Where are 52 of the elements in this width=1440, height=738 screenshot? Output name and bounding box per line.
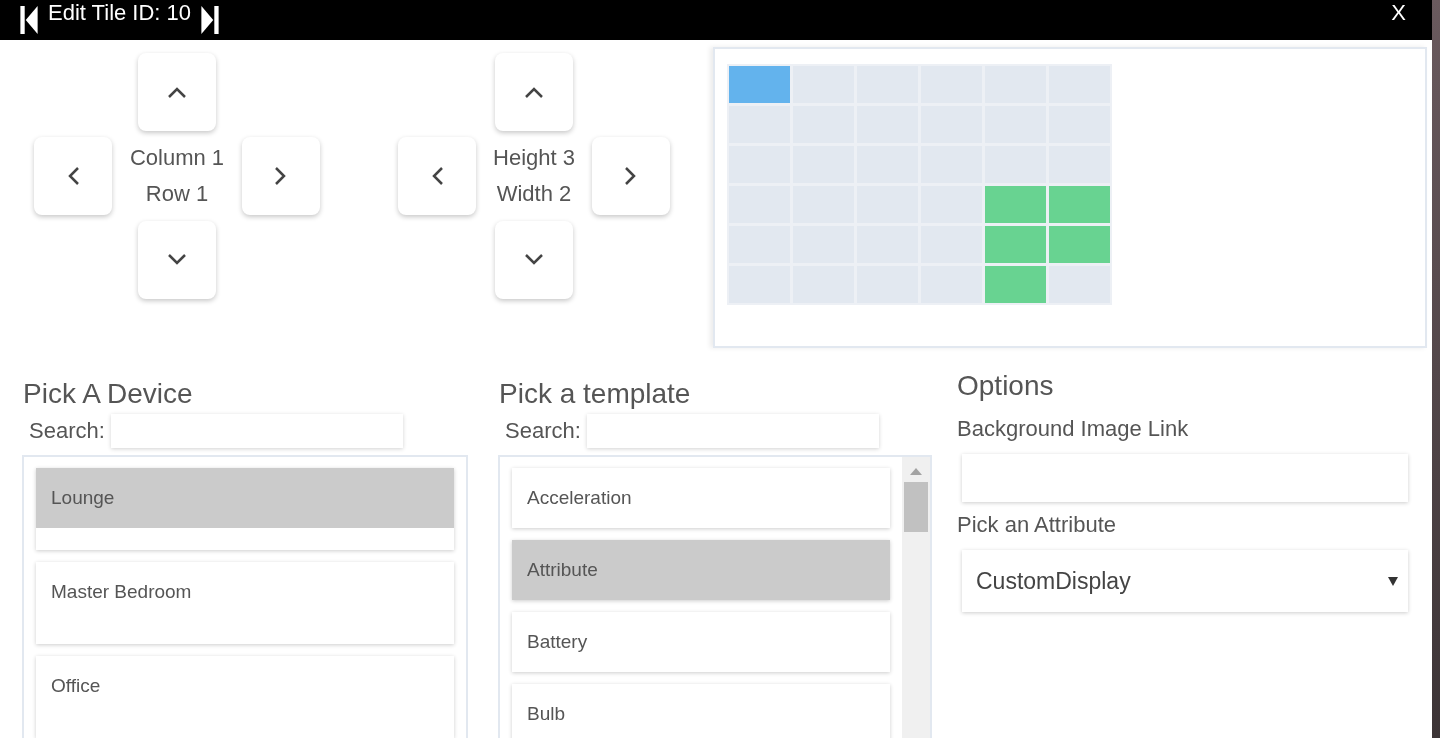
section-title: Pick a template xyxy=(499,378,692,410)
template-item[interactable]: Battery xyxy=(512,612,890,672)
up-button[interactable] xyxy=(495,53,573,131)
scroll-up-icon[interactable] xyxy=(910,468,922,475)
value-label: Height 3 xyxy=(493,145,575,171)
section-title: Options xyxy=(957,370,1055,402)
search-field[interactable] xyxy=(110,414,403,448)
field-label: Pick an Attribute xyxy=(957,512,1117,538)
section-title: Pick A Device xyxy=(23,378,194,410)
template-item[interactable]: Attribute xyxy=(512,540,890,600)
down-button[interactable] xyxy=(495,221,573,299)
window-title: Edit Tile ID: 10 xyxy=(48,0,192,26)
left-button[interactable] xyxy=(398,137,476,215)
grid-cell[interactable] xyxy=(985,266,1046,303)
previous-icon[interactable] xyxy=(20,6,38,34)
up-button[interactable] xyxy=(138,53,216,131)
chevron-left-icon xyxy=(67,166,79,186)
right-button[interactable] xyxy=(592,137,670,215)
chevron-up-icon xyxy=(167,86,187,98)
chevron-left-icon xyxy=(431,166,443,186)
value-label: Row 1 xyxy=(145,181,209,207)
device-item[interactable]: Office xyxy=(36,656,454,738)
search-field[interactable] xyxy=(586,414,879,448)
search-label: Search: xyxy=(29,418,105,444)
chevron-down-icon xyxy=(524,254,544,266)
grid-cell[interactable] xyxy=(985,186,1046,223)
chevron-up-icon xyxy=(524,86,544,98)
left-button[interactable] xyxy=(34,137,112,215)
template-item[interactable]: Acceleration xyxy=(512,468,890,528)
value-label: Width 2 xyxy=(496,181,572,207)
grid-cell[interactable] xyxy=(729,66,790,103)
grid-cell[interactable] xyxy=(1049,226,1110,263)
next-icon[interactable] xyxy=(201,6,220,34)
dropdown-caret-icon xyxy=(1388,576,1398,586)
device-item[interactable]: Master Bedroom xyxy=(36,562,454,644)
grid-cell[interactable] xyxy=(1049,186,1110,223)
chevron-right-icon xyxy=(625,166,637,186)
value-label: Column 1 xyxy=(129,145,225,171)
close-button[interactable]: X xyxy=(1385,0,1412,26)
grid-cell[interactable] xyxy=(985,226,1046,263)
chevron-down-icon xyxy=(167,254,187,266)
device-item[interactable]: Lounge xyxy=(36,468,454,550)
attribute-dropdown[interactable]: CustomDisplay xyxy=(962,550,1408,612)
search-label: Search: xyxy=(505,418,581,444)
image-link-field[interactable] xyxy=(962,454,1408,502)
right-button[interactable] xyxy=(242,137,320,215)
scroll-thumb[interactable] xyxy=(904,482,928,532)
scrollbar[interactable] xyxy=(902,457,930,738)
down-button[interactable] xyxy=(138,221,216,299)
template-item[interactable]: Bulb xyxy=(512,684,890,738)
field-label: Background Image Link xyxy=(957,416,1190,442)
chevron-right-icon xyxy=(275,166,287,186)
